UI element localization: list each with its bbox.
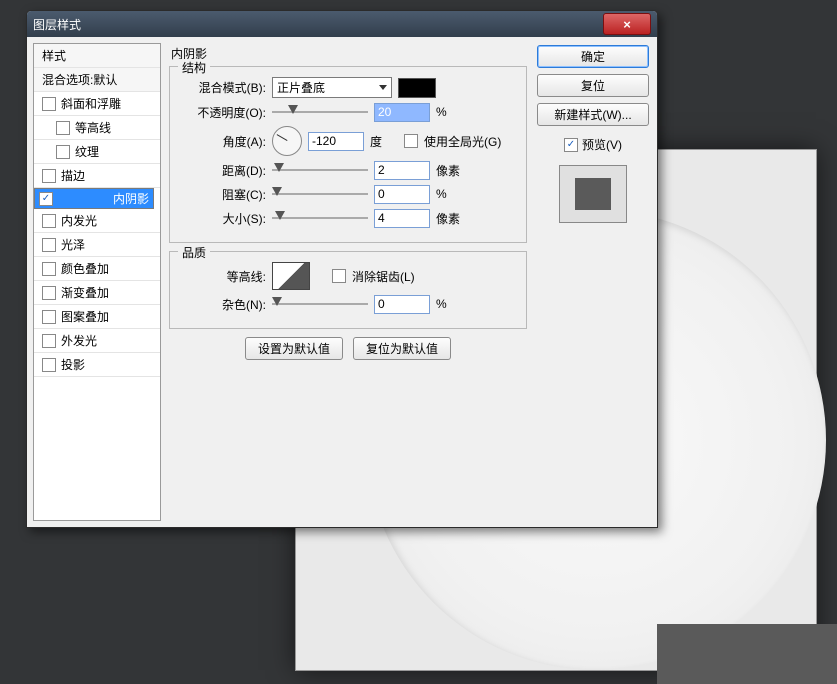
sidebar-item-label: 渐变叠加 [61,284,109,301]
sidebar-item-5[interactable]: 内发光 [34,209,160,233]
title-bar: 图层样式 × [27,11,657,37]
dropdown-icon [379,85,387,90]
sidebar-item-label: 内阴影 [113,190,149,207]
sidebar-item-11[interactable]: 投影 [34,353,160,377]
distance-slider[interactable] [272,163,368,177]
sidebar-item-checkbox[interactable] [42,334,56,348]
settings-main: 内阴影 结构 混合模式(B): 正片叠底 不透明度(O): [165,37,533,527]
noise-label: 杂色(N): [178,296,266,313]
choke-label: 阻塞(C): [178,186,266,203]
ok-button[interactable]: 确定 [537,45,649,68]
sidebar-item-checkbox[interactable] [42,97,56,111]
sidebar-item-1[interactable]: 等高线 [34,116,160,140]
background-strip [657,624,837,684]
angle-unit: 度 [370,133,398,150]
sidebar-item-7[interactable]: 颜色叠加 [34,257,160,281]
sidebar-item-checkbox[interactable] [42,310,56,324]
noise-slider[interactable] [272,297,368,311]
distance-label: 距离(D): [178,162,266,179]
sidebar-item-10[interactable]: 外发光 [34,329,160,353]
close-button[interactable]: × [603,13,651,35]
sidebar-item-4[interactable]: ✓ 内阴影 [34,188,154,209]
size-label: 大小(S): [178,210,266,227]
right-column: 确定 复位 新建样式(W)... ✓ 预览(V) [533,37,657,527]
size-slider[interactable] [272,211,368,225]
noise-unit: % [436,297,464,311]
panel-title: 内阴影 [171,45,531,62]
noise-input[interactable]: 0 [374,295,430,314]
sidebar-item-0[interactable]: 斜面和浮雕 [34,92,160,116]
global-light-label: 使用全局光(G) [424,133,501,150]
opacity-label: 不透明度(O): [178,104,266,121]
group-legend-structure: 结构 [178,59,210,76]
sidebar-item-checkbox[interactable] [42,238,56,252]
blend-mode-label: 混合模式(B): [178,79,266,96]
reset-button[interactable]: 复位 [537,74,649,97]
opacity-slider[interactable] [272,105,368,119]
angle-label: 角度(A): [178,133,266,150]
layer-style-dialog: 图层样式 × 样式 混合选项:默认 斜面和浮雕等高线纹理描边✓内阴影内发光光泽颜… [26,10,658,528]
preview-thumbnail [559,165,627,223]
sidebar-header-styles[interactable]: 样式 [34,44,160,68]
preview-checkbox[interactable]: ✓ [564,138,578,152]
sidebar-item-9[interactable]: 图案叠加 [34,305,160,329]
size-input[interactable]: 4 [374,209,430,228]
sidebar-item-checkbox[interactable] [42,169,56,183]
sidebar-item-3[interactable]: 描边 [34,164,160,188]
choke-slider[interactable] [272,187,368,201]
sidebar-item-checkbox[interactable] [56,121,70,135]
sidebar-item-label: 纹理 [75,143,99,160]
sidebar-item-label: 光泽 [61,236,85,253]
angle-input[interactable]: -120 [308,132,364,151]
sidebar-item-label: 图案叠加 [61,308,109,325]
contour-picker[interactable] [272,262,310,290]
preview-label: 预览(V) [582,136,622,153]
sidebar-item-checkbox[interactable] [42,286,56,300]
effects-sidebar: 样式 混合选项:默认 斜面和浮雕等高线纹理描边 ✓ 内阴影内发光光泽颜色叠加渐变叠加… [33,43,161,521]
opacity-unit: % [436,105,464,119]
sidebar-item-label: 颜色叠加 [61,260,109,277]
reset-default-button[interactable]: 复位为默认值 [353,337,451,360]
sidebar-item-checkbox[interactable] [42,214,56,228]
sidebar-item-label: 外发光 [61,332,97,349]
sidebar-item-6[interactable]: 光泽 [34,233,160,257]
sidebar-item-checkbox[interactable] [56,145,70,159]
sidebar-item-8[interactable]: 渐变叠加 [34,281,160,305]
sidebar-item-label: 投影 [61,356,85,373]
sidebar-item-checkbox[interactable]: ✓ [39,192,53,206]
angle-dial[interactable] [272,126,302,156]
size-unit: 像素 [436,210,464,227]
new-style-button[interactable]: 新建样式(W)... [537,103,649,126]
sidebar-item-label: 斜面和浮雕 [61,95,121,112]
group-structure: 结构 混合模式(B): 正片叠底 不透明度(O): 20 % [169,66,527,243]
group-quality: 品质 等高线: 消除锯齿(L) 杂色(N): 0 % [169,251,527,329]
sidebar-item-2[interactable]: 纹理 [34,140,160,164]
close-icon: × [623,17,631,32]
sidebar-header-blendopts[interactable]: 混合选项:默认 [34,68,160,92]
sidebar-item-checkbox[interactable] [42,262,56,276]
choke-unit: % [436,187,464,201]
antialias-label: 消除锯齿(L) [352,268,415,285]
distance-unit: 像素 [436,162,464,179]
opacity-input[interactable]: 20 [374,103,430,122]
shadow-color-swatch[interactable] [398,78,436,98]
sidebar-item-label: 内发光 [61,212,97,229]
contour-label: 等高线: [178,268,266,285]
blend-mode-select[interactable]: 正片叠底 [272,77,392,98]
window-title: 图层样式 [33,16,603,33]
choke-input[interactable]: 0 [374,185,430,204]
global-light-checkbox[interactable] [404,134,418,148]
sidebar-item-checkbox[interactable] [42,358,56,372]
distance-input[interactable]: 2 [374,161,430,180]
antialias-checkbox[interactable] [332,269,346,283]
sidebar-item-label: 等高线 [75,119,111,136]
sidebar-item-label: 描边 [61,167,85,184]
group-legend-quality: 品质 [178,244,210,261]
make-default-button[interactable]: 设置为默认值 [245,337,343,360]
